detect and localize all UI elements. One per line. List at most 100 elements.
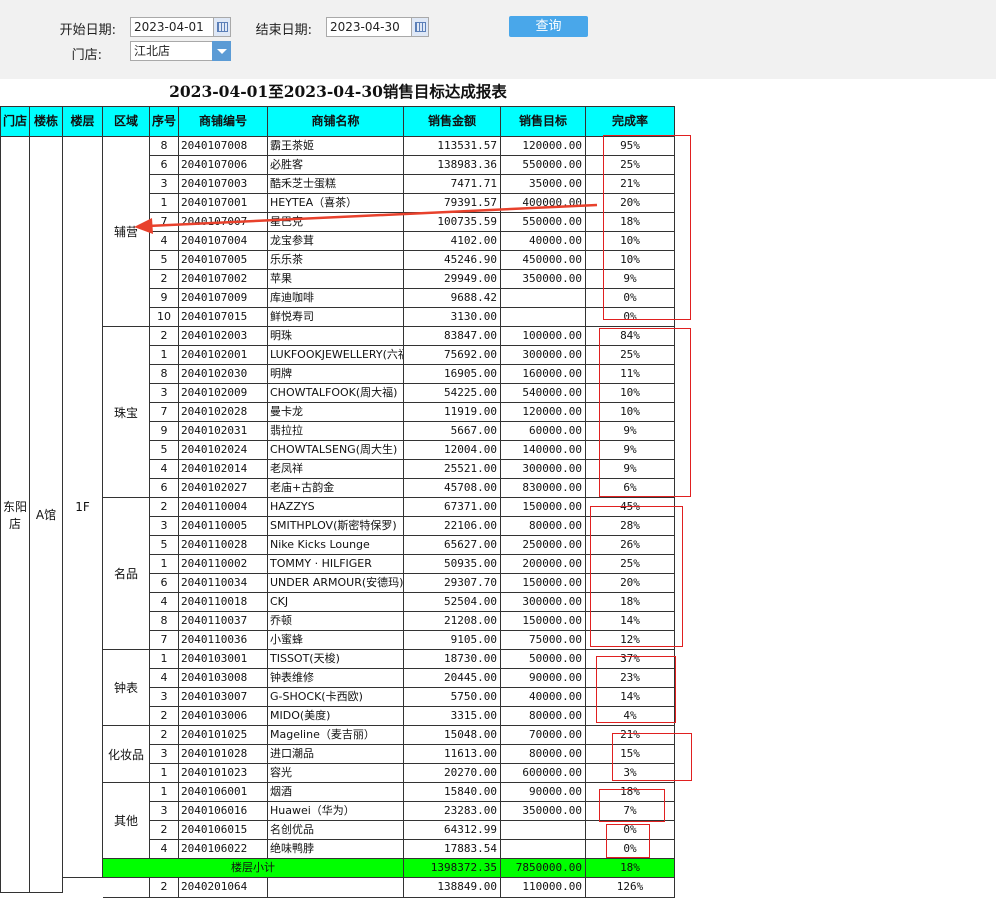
completion-rate: 15% <box>586 745 675 764</box>
sales-target: 50000.00 <box>501 650 586 669</box>
sales-target: 300000.00 <box>501 593 586 612</box>
shop-name: 曼卡龙 <box>268 403 404 422</box>
shop-name: 烟酒 <box>268 783 404 802</box>
shop-code: 2040107003 <box>179 175 268 194</box>
row-seq: 7 <box>150 213 179 232</box>
completion-rate: 45% <box>586 498 675 517</box>
report-title: 2023-04-01至2023-04-30销售目标达成报表 <box>169 82 507 101</box>
shop-name: 绝味鸭脖 <box>268 840 404 859</box>
shop-name: 进口潮品 <box>268 745 404 764</box>
completion-rate: 26% <box>586 536 675 555</box>
row-seq: 8 <box>150 365 179 384</box>
sales-amount: 54225.00 <box>404 384 501 403</box>
area-cell <box>103 878 150 898</box>
column-header: 楼层 <box>63 106 103 137</box>
sales-target: 550000.00 <box>501 156 586 175</box>
sales-target: 75000.00 <box>501 631 586 650</box>
row-seq: 1 <box>150 555 179 574</box>
sales-target: 150000.00 <box>501 612 586 631</box>
sales-amount: 29949.00 <box>404 270 501 289</box>
chevron-down-icon[interactable] <box>212 41 231 61</box>
shop-name: 库迪咖啡 <box>268 289 404 308</box>
store-select[interactable]: 江北店 <box>130 41 213 61</box>
sales-amount: 23283.00 <box>404 802 501 821</box>
shop-code: 2040101023 <box>179 764 268 783</box>
shop-code: 2040102003 <box>179 327 268 346</box>
shop-code: 2040103006 <box>179 707 268 726</box>
row-seq: 6 <box>150 479 179 498</box>
shop-name: 名创优品 <box>268 821 404 840</box>
row-seq: 2 <box>150 726 179 745</box>
shop-code: 2040107004 <box>179 232 268 251</box>
sales-target: 120000.00 <box>501 403 586 422</box>
completion-rate: 0% <box>586 840 675 859</box>
sales-amount: 7471.71 <box>404 175 501 194</box>
row-seq: 3 <box>150 688 179 707</box>
row-seq: 3 <box>150 517 179 536</box>
sales-target: 90000.00 <box>501 669 586 688</box>
sales-amount: 100735.59 <box>404 213 501 232</box>
filter-bar: 开始日期: 2023-04-01 结束日期: 2023-04-30 门店: 江北… <box>0 0 996 79</box>
shop-name: 必胜客 <box>268 156 404 175</box>
shop-code: 2040102009 <box>179 384 268 403</box>
completion-rate: 10% <box>586 251 675 270</box>
row-seq: 5 <box>150 441 179 460</box>
sales-target <box>501 289 586 308</box>
completion-rate: 14% <box>586 688 675 707</box>
shop-name <box>268 878 404 898</box>
shop-name: CKJ <box>268 593 404 612</box>
start-date-input[interactable]: 2023-04-01 <box>130 17 215 37</box>
sales-amount: 5750.00 <box>404 688 501 707</box>
completion-rate: 25% <box>586 156 675 175</box>
completion-rate: 25% <box>586 346 675 365</box>
shop-code: 2040102001 <box>179 346 268 365</box>
query-button[interactable]: 查询 <box>509 16 588 37</box>
completion-rate: 0% <box>586 308 675 327</box>
shop-code: 2040110037 <box>179 612 268 631</box>
shop-name: 老凤祥 <box>268 460 404 479</box>
shop-code: 2040107002 <box>179 270 268 289</box>
completion-rate: 25% <box>586 555 675 574</box>
sales-target: 40000.00 <box>501 232 586 251</box>
sales-target: 80000.00 <box>501 707 586 726</box>
end-date-input[interactable]: 2023-04-30 <box>326 17 412 37</box>
shop-name: 容光 <box>268 764 404 783</box>
sales-target: 110000.00 <box>501 878 586 898</box>
building-cell: A馆 <box>30 137 63 893</box>
column-header: 商铺编号 <box>179 106 268 137</box>
completion-rate: 84% <box>586 327 675 346</box>
shop-name: 明牌 <box>268 365 404 384</box>
shop-code: 2040101028 <box>179 745 268 764</box>
completion-rate: 10% <box>586 403 675 422</box>
sales-amount: 50935.00 <box>404 555 501 574</box>
row-seq: 10 <box>150 308 179 327</box>
sales-target: 540000.00 <box>501 384 586 403</box>
shop-code: 2040107007 <box>179 213 268 232</box>
shop-code: 2040103001 <box>179 650 268 669</box>
shop-name: SMITHPLOV(斯密特保罗) <box>268 517 404 536</box>
completion-rate: 12% <box>586 631 675 650</box>
completion-rate: 21% <box>586 726 675 745</box>
shop-code: 2040110018 <box>179 593 268 612</box>
calendar-icon[interactable] <box>411 17 429 37</box>
sales-amount: 20445.00 <box>404 669 501 688</box>
shop-code: 2040107006 <box>179 156 268 175</box>
row-seq: 8 <box>150 137 179 156</box>
sales-amount: 138983.36 <box>404 156 501 175</box>
completion-rate: 9% <box>586 270 675 289</box>
sales-amount: 9105.00 <box>404 631 501 650</box>
shop-name: TOMMY · HILFIGER <box>268 555 404 574</box>
sales-target: 60000.00 <box>501 422 586 441</box>
store-label: 门店: <box>71 48 102 63</box>
shop-code: 2040110034 <box>179 574 268 593</box>
sales-amount: 16905.00 <box>404 365 501 384</box>
subtotal-target: 7850000.00 <box>501 859 586 878</box>
shop-name: 钟表维修 <box>268 669 404 688</box>
completion-rate: 9% <box>586 422 675 441</box>
shop-name: 小蜜蜂 <box>268 631 404 650</box>
row-seq: 2 <box>150 327 179 346</box>
calendar-icon[interactable] <box>213 17 231 37</box>
sales-amount: 4102.00 <box>404 232 501 251</box>
shop-code: 2040110004 <box>179 498 268 517</box>
completion-rate: 21% <box>586 175 675 194</box>
